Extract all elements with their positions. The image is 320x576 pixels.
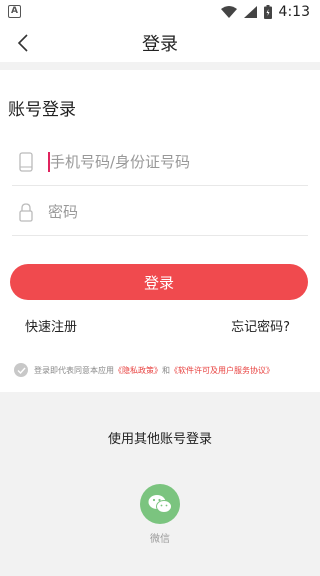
agreement-text: 登录即代表同意本应用《隐私政策》和《软件许可及用户服务协议》 <box>34 365 274 376</box>
wechat-login-button[interactable] <box>140 484 180 524</box>
login-panel: 账号登录 登录 快速注册 忘记密码? 登录即代表同意本应用《隐私政策》和《软件许… <box>0 70 320 392</box>
app-header: 登录 <box>0 24 320 62</box>
register-link[interactable]: 快速注册 <box>25 316 77 335</box>
agreement-prefix: 登录即代表同意本应用 <box>34 365 114 375</box>
wechat-icon <box>148 495 172 513</box>
lock-icon <box>16 201 36 223</box>
other-login-title: 使用其他账号登录 <box>107 432 212 447</box>
signal-icon <box>243 6 257 18</box>
agreement-conjunction: 和 <box>162 365 170 375</box>
status-bar: A 4:13 <box>0 0 320 24</box>
terms-link[interactable]: 《软件许可及用户服务协议》 <box>170 366 274 375</box>
phone-icon <box>16 151 36 173</box>
battery-icon <box>263 5 272 19</box>
wifi-icon <box>220 6 237 18</box>
phone-input[interactable] <box>50 148 300 176</box>
password-field <box>12 188 308 236</box>
agreement-checkbox-icon[interactable] <box>14 363 28 377</box>
forgot-password-link[interactable]: 忘记密码? <box>231 316 290 335</box>
notification-badge: A <box>8 5 21 18</box>
agreement-row: 登录即代表同意本应用《隐私政策》和《软件许可及用户服务协议》 <box>14 363 310 377</box>
section-title: 账号登录 <box>8 100 76 120</box>
page-title: 登录 <box>142 34 178 55</box>
privacy-policy-link[interactable]: 《隐私政策》 <box>114 366 162 375</box>
login-button[interactable]: 登录 <box>10 264 308 300</box>
status-icons: 4:13 <box>220 3 310 21</box>
password-input[interactable] <box>48 198 298 226</box>
status-time: 4:13 <box>278 4 310 20</box>
phone-field <box>12 138 308 186</box>
wechat-label: 微信 <box>150 534 170 545</box>
